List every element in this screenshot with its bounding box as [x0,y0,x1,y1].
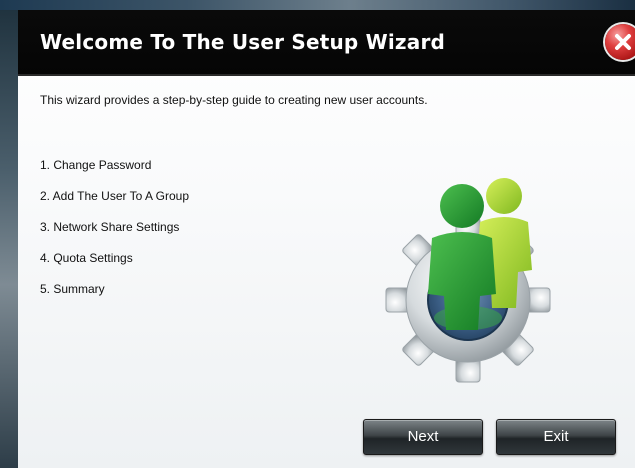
wizard-steps-list: 1. Change Password 2. Add The User To A … [40,158,189,313]
next-button[interactable]: Next [363,419,483,455]
step-item: 3. Network Share Settings [40,220,180,234]
step-item: 5. Summary [40,282,105,296]
background-window-edge-left [0,10,18,468]
wizard-intro-text: This wizard provides a step-by-step guid… [40,93,428,107]
step-item: 4. Quota Settings [40,251,133,265]
user-setup-wizard-dialog: Welcome To The User Setup Wizard This wi… [18,10,635,468]
users-gear-icon [385,178,551,383]
close-icon [615,34,631,50]
dialog-titlebar: Welcome To The User Setup Wizard [18,10,635,76]
background-window-edge [0,0,635,10]
dialog-title: Welcome To The User Setup Wizard [40,30,446,54]
close-button[interactable] [605,24,635,60]
step-item: 1. Change Password [40,158,152,172]
step-item: 2. Add The User To A Group [40,189,189,203]
exit-button[interactable]: Exit [496,419,616,455]
